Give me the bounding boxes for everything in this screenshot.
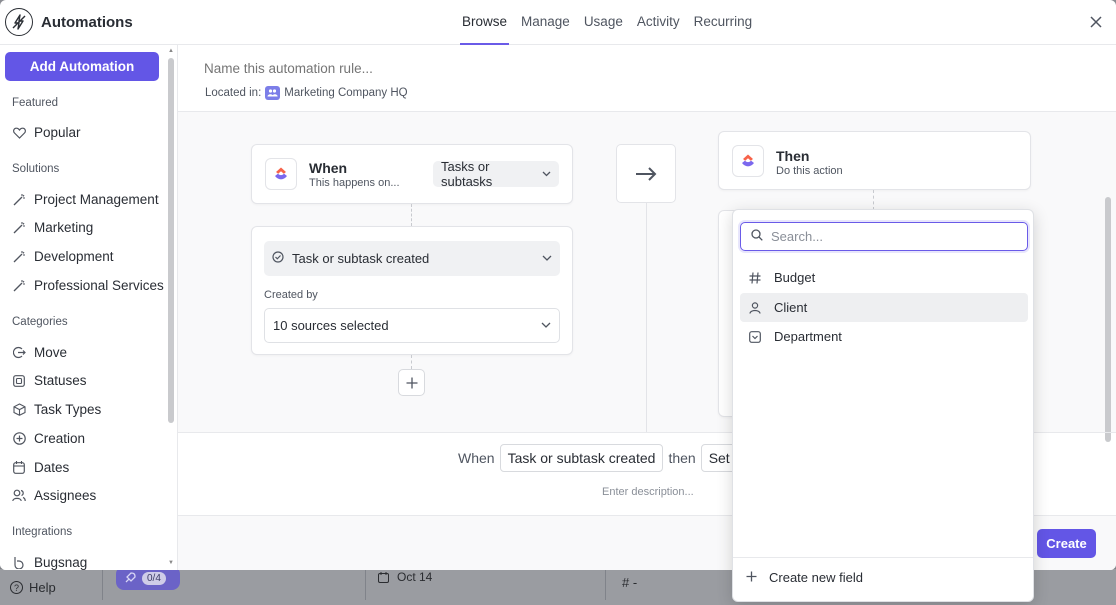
create-button[interactable]: Create: [1037, 529, 1096, 558]
connector-line: [411, 204, 412, 226]
status-icon: [12, 374, 26, 388]
location-link[interactable]: Marketing Company HQ: [284, 87, 407, 99]
sidebar-item-professional-services[interactable]: Professional Services: [12, 278, 164, 293]
sidebar-item-popular[interactable]: Popular: [12, 125, 81, 140]
chevron-down-icon: [542, 169, 551, 180]
section-featured: Featured: [12, 97, 59, 109]
magic-wand-icon: [12, 193, 26, 207]
arrow-right-icon: [616, 144, 676, 203]
sidebar-item-task-types[interactable]: Task Types: [12, 402, 101, 417]
plus-icon: [746, 570, 757, 585]
modal-header: Automations Browse Manage Usage Activity…: [0, 0, 1116, 45]
description-input[interactable]: Enter description...: [602, 486, 694, 498]
dropdown-field-icon: [748, 330, 762, 344]
divider: [733, 557, 1033, 558]
canvas-scroll-thumb[interactable]: [1105, 197, 1111, 442]
heart-icon: [12, 126, 26, 140]
sidebar-scroll-thumb[interactable]: [168, 58, 174, 423]
location-info: Located in: Marketing Company HQ: [205, 86, 408, 100]
option-budget[interactable]: Budget: [740, 263, 1028, 292]
close-icon[interactable]: [1090, 10, 1102, 34]
sidebar-item-project-management[interactable]: Project Management: [12, 192, 159, 207]
person-icon: [748, 301, 762, 315]
modal-title: Automations: [41, 14, 133, 31]
sidebar-item-marketing[interactable]: Marketing: [12, 220, 93, 235]
magic-wand-icon: [12, 279, 26, 293]
help-link[interactable]: ? Help: [10, 580, 56, 595]
background-cell-divider: [605, 570, 606, 600]
then-card[interactable]: Then Do this action: [718, 131, 1031, 190]
add-automation-button[interactable]: Add Automation: [5, 52, 159, 81]
connector-line: [411, 355, 412, 369]
check-circle-icon: [272, 251, 284, 266]
tab-usage[interactable]: Usage: [584, 0, 623, 45]
team-icon: [265, 86, 281, 100]
sidebar-scrollbar[interactable]: ▲ ▼: [167, 48, 176, 568]
people-icon: [12, 489, 26, 503]
automation-logo-icon: [5, 8, 33, 36]
option-client[interactable]: Client: [740, 293, 1028, 322]
chevron-down-icon: [541, 320, 551, 331]
created-by-label: Created by: [264, 289, 318, 301]
sidebar: Add Automation Featured Popular Solution…: [0, 45, 178, 570]
bugsnag-icon: [12, 556, 26, 570]
search-icon: [751, 229, 763, 244]
move-icon: [12, 346, 26, 360]
background-hash-cell: # -: [622, 575, 638, 590]
calendar-icon: [12, 461, 26, 475]
summary-trigger-chip[interactable]: Task or subtask created: [499, 444, 664, 472]
tab-activity[interactable]: Activity: [637, 0, 680, 45]
divider: [646, 203, 647, 432]
search-field[interactable]: [740, 222, 1028, 251]
then-title: Then: [776, 148, 810, 164]
when-card[interactable]: When This happens on... Tasks or subtask…: [251, 144, 573, 204]
clickup-logo-icon: [265, 158, 297, 190]
calendar-icon: [378, 571, 389, 583]
sidebar-item-assignees[interactable]: Assignees: [12, 488, 96, 503]
section-integrations: Integrations: [12, 526, 73, 538]
rule-summary: When Task or subtask created then Set: [458, 444, 738, 472]
tab-recurring[interactable]: Recurring: [694, 0, 753, 45]
scope-select[interactable]: Tasks or subtasks: [433, 159, 559, 189]
hash-icon: [748, 271, 762, 285]
trigger-card: Task or subtask created Created by 10 so…: [251, 226, 573, 355]
clickup-logo-icon: [732, 145, 764, 177]
option-department[interactable]: Department: [740, 322, 1028, 351]
trigger-select[interactable]: Task or subtask created: [264, 241, 560, 276]
field-dropdown: Budget Client Department Create new fiel…: [732, 209, 1034, 602]
create-new-field-button[interactable]: Create new field: [746, 570, 863, 585]
chevron-down-icon: [542, 253, 552, 264]
cube-icon: [12, 403, 26, 417]
background-cell-divider: [102, 570, 103, 600]
tab-browse[interactable]: Browse: [459, 0, 510, 45]
then-subtitle: Do this action: [776, 165, 843, 177]
created-by-select[interactable]: 10 sources selected: [264, 308, 560, 343]
background-cell-divider: [365, 570, 366, 600]
background-date: Oct 14: [378, 570, 432, 584]
sidebar-item-bugsnag[interactable]: Bugsnag: [12, 555, 87, 570]
sidebar-item-move[interactable]: Move: [12, 345, 67, 360]
magic-wand-icon: [12, 250, 26, 264]
sidebar-item-statuses[interactable]: Statuses: [12, 373, 87, 388]
when-title: When: [309, 160, 348, 176]
canvas-scrollbar[interactable]: [1104, 192, 1112, 492]
sidebar-item-dates[interactable]: Dates: [12, 460, 69, 475]
plus-circle-icon: [12, 432, 26, 446]
rocket-icon: [125, 572, 136, 583]
rule-name-input[interactable]: [204, 61, 704, 76]
help-icon: ?: [10, 581, 23, 594]
add-condition-button[interactable]: [398, 369, 425, 396]
section-solutions: Solutions: [12, 163, 60, 175]
when-subtitle: This happens on...: [309, 177, 400, 189]
magic-wand-icon: [12, 221, 26, 235]
tab-manage[interactable]: Manage: [521, 0, 570, 45]
modal-tabs: Browse Manage Usage Activity Recurring: [459, 0, 766, 45]
section-categories: Categories: [12, 316, 68, 328]
sidebar-item-creation[interactable]: Creation: [12, 431, 85, 446]
connector-line: [873, 190, 874, 210]
search-input[interactable]: [771, 229, 1011, 244]
sidebar-item-development[interactable]: Development: [12, 249, 114, 264]
